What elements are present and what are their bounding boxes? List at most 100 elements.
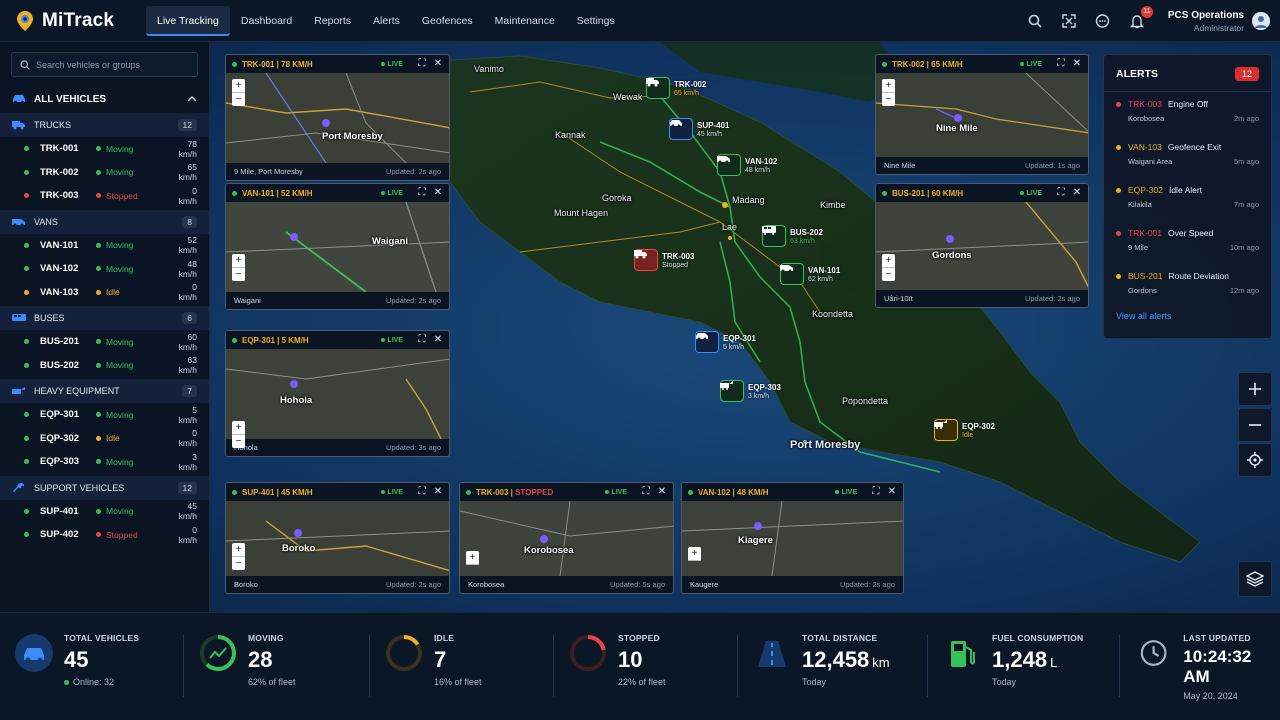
vehicle-row-eqp-303[interactable]: EQP-303 Moving 3 km/h xyxy=(0,450,209,474)
expand-icon[interactable]: ⛶ xyxy=(417,335,427,345)
group-header-vans[interactable]: VANS 8 xyxy=(0,209,209,234)
vehicle-card-bus-201[interactable]: BUS-201 | 60 KM/H LIVE ⛶ ✕ + − Gordons Uâ… xyxy=(875,183,1089,308)
close-icon[interactable]: ✕ xyxy=(1072,59,1082,69)
vehicle-row-sup-402[interactable]: SUP-402 Stopped 0 km/h xyxy=(0,523,209,547)
user-menu[interactable]: PCS Operations Administrator xyxy=(1168,10,1270,33)
avatar[interactable] xyxy=(1252,12,1270,30)
vehicle-card-van-102[interactable]: VAN-102 | 48 KM/H LIVE ⛶ ✕ + Kiagere Kau… xyxy=(681,482,904,594)
all-vehicles-header[interactable]: ALL VEHICLES xyxy=(0,87,209,111)
alert-item[interactable]: BUS-201 Route Deviation Gordons 12m ago xyxy=(1104,264,1271,307)
close-icon[interactable]: ✕ xyxy=(433,59,443,69)
nav-alerts[interactable]: Alerts xyxy=(362,6,411,36)
vehicle-row-eqp-302[interactable]: EQP-302 Idle 0 km/h xyxy=(0,427,209,451)
vehicle-card-trk-002[interactable]: TRK-002 | 65 KM/H LIVE ⛶ ✕ + − Nine Mile … xyxy=(875,54,1089,175)
search-icon[interactable] xyxy=(1026,12,1044,30)
close-icon[interactable]: ✕ xyxy=(887,487,897,497)
alert-item[interactable]: TRK-003 Engine Off Korobosea 2m ago xyxy=(1104,92,1271,135)
zoom-in-button[interactable]: + xyxy=(882,254,895,268)
zoom-in-button[interactable] xyxy=(1238,372,1272,406)
map-marker-bus-202[interactable]: BUS-202 63 km/h xyxy=(762,225,823,247)
mini-map[interactable]: + − Gordons xyxy=(876,201,1088,290)
vehicle-card-trk-001[interactable]: TRK-001 | 78 KM/H LIVE ⛶ ✕ + − Port Mores… xyxy=(225,54,450,181)
layers-button[interactable] xyxy=(1238,561,1272,597)
vehicle-row-bus-201[interactable]: BUS-201 Moving 60 km/h xyxy=(0,330,209,354)
expand-icon[interactable]: ⛶ xyxy=(417,59,427,69)
zoom-out-button[interactable]: − xyxy=(232,268,245,281)
mini-map[interactable]: + Kiagere xyxy=(682,500,903,577)
vehicle-row-eqp-301[interactable]: EQP-301 Moving 5 km/h xyxy=(0,403,209,427)
zoom-in-button[interactable]: + xyxy=(232,421,245,435)
zoom-out-button[interactable]: − xyxy=(882,268,895,281)
vehicle-row-sup-401[interactable]: SUP-401 Moving 45 km/h xyxy=(0,500,209,524)
vehicle-card-sup-401[interactable]: SUP-401 | 45 KM/H LIVE ⛶ ✕ + − Boroko Bor… xyxy=(225,482,450,594)
expand-icon[interactable]: ⛶ xyxy=(1056,188,1066,198)
vehicle-row-van-102[interactable]: VAN-102 Moving 48 km/h xyxy=(0,257,209,281)
nav-settings[interactable]: Settings xyxy=(566,6,626,36)
search-input[interactable] xyxy=(36,59,186,70)
alert-item[interactable]: VAN-103 Geofence Exit Waigani Area 5m ago xyxy=(1104,135,1271,178)
map-marker-eqp-301[interactable]: EQP-301 5 km/h xyxy=(695,331,756,353)
mini-map[interactable]: + − Nine Mile xyxy=(876,72,1088,157)
vehicle-row-bus-202[interactable]: BUS-202 Moving 63 km/h xyxy=(0,354,209,378)
expand-icon[interactable]: ⛶ xyxy=(641,487,651,497)
map-marker-eqp-302[interactable]: EQP-302 Idle xyxy=(934,419,995,441)
group-header-trucks[interactable]: TRUCKS 12 xyxy=(0,113,209,137)
locate-button[interactable] xyxy=(1238,443,1272,477)
chevron-up-icon[interactable] xyxy=(187,96,197,102)
mini-map[interactable]: + − Waigani xyxy=(226,201,449,293)
chat-icon[interactable] xyxy=(1094,12,1112,30)
view-all-alerts-link[interactable]: View all alerts xyxy=(1104,307,1271,325)
mini-map[interactable]: + − Boroko xyxy=(226,501,449,576)
zoom-out-button[interactable]: − xyxy=(232,435,245,448)
alert-item[interactable]: TRK-001 Over Speed 9 Mile 10m ago xyxy=(1104,221,1271,264)
vehicle-row-trk-003[interactable]: TRK-003 Stopped 0 km/h xyxy=(0,184,209,208)
mini-map[interactable]: + Korobosea xyxy=(460,500,673,577)
close-icon[interactable]: ✕ xyxy=(433,487,443,497)
zoom-in-button[interactable]: + xyxy=(466,551,479,565)
close-icon[interactable]: ✕ xyxy=(433,188,443,198)
close-icon[interactable]: ✕ xyxy=(433,335,443,345)
group-header-buses[interactable]: BUSES 6 xyxy=(0,306,209,330)
zoom-in-button[interactable]: + xyxy=(232,254,245,268)
app-logo[interactable]: MiTrack xyxy=(0,10,146,32)
mini-map[interactable]: + − Hohola xyxy=(226,349,449,448)
vehicle-search[interactable] xyxy=(11,52,198,77)
zoom-out-button[interactable]: − xyxy=(882,93,895,106)
expand-icon[interactable]: ⛶ xyxy=(417,487,427,497)
mini-map[interactable]: + − Port Moresby xyxy=(226,72,449,164)
vehicle-row-van-101[interactable]: VAN-101 Moving 52 km/h xyxy=(0,234,209,258)
zoom-out-button[interactable] xyxy=(1238,408,1272,442)
group-header-heavy-equipment[interactable]: HEAVY EQUIPMENT 7 xyxy=(0,379,209,403)
close-icon[interactable]: ✕ xyxy=(657,487,667,497)
map-marker-van-101[interactable]: VAN-101 62 km/h xyxy=(780,263,840,285)
zoom-out-button[interactable]: − xyxy=(232,557,245,570)
vehicle-row-trk-001[interactable]: TRK-001 Moving 78 km/h xyxy=(0,137,209,161)
nav-reports[interactable]: Reports xyxy=(303,6,362,36)
nav-geofences[interactable]: Geofences xyxy=(411,6,484,36)
expand-icon[interactable]: ⛶ xyxy=(1056,59,1066,69)
map-marker-eqp-303[interactable]: EQP-303 3 km/h xyxy=(720,380,781,402)
notifications-bell-icon[interactable]: 11 xyxy=(1128,6,1153,30)
zoom-in-button[interactable]: + xyxy=(882,79,895,93)
map-marker-van-102[interactable]: VAN-102 48 km/h xyxy=(717,154,777,176)
vehicle-card-eqp-301[interactable]: EQP-301 | 5 KM/H LIVE ⛶ ✕ + − Hohola Hoho… xyxy=(225,330,450,457)
expand-icon[interactable]: ⛶ xyxy=(871,487,881,497)
map-marker-trk-002[interactable]: TRK-002 65 km/h xyxy=(646,77,706,99)
zoom-in-button[interactable]: + xyxy=(232,79,245,93)
vehicle-row-trk-002[interactable]: TRK-002 Moving 65 km/h xyxy=(0,161,209,185)
zoom-in-button[interactable]: + xyxy=(688,547,701,561)
vehicle-row-van-103[interactable]: VAN-103 Idle 0 km/h xyxy=(0,281,209,305)
nav-live-tracking[interactable]: Live Tracking xyxy=(146,5,230,36)
nav-maintenance[interactable]: Maintenance xyxy=(484,6,566,36)
zoom-out-button[interactable]: − xyxy=(232,93,245,106)
vehicle-card-trk-003[interactable]: TRK-003 | STOPPED LIVE ⛶ ✕ + Korobosea K… xyxy=(459,482,674,594)
expand-icon[interactable]: ⛶ xyxy=(417,188,427,198)
close-icon[interactable]: ✕ xyxy=(1072,188,1082,198)
group-header-support-vehicles[interactable]: SUPPORT VEHICLES 12 xyxy=(0,475,209,500)
alert-item[interactable]: EQP-302 Idle Alert Kilakila 7m ago xyxy=(1104,178,1271,221)
nav-dashboard[interactable]: Dashboard xyxy=(230,6,303,36)
vehicle-card-van-101[interactable]: VAN-101 | 52 KM/H LIVE ⛶ ✕ + − Waigani Wa… xyxy=(225,183,450,310)
map-marker-sup-401[interactable]: SUP-401 45 km/h xyxy=(669,118,729,140)
fullscreen-icon[interactable] xyxy=(1060,12,1078,30)
map-marker-trk-003[interactable]: TRK-003 Stopped xyxy=(634,249,694,271)
